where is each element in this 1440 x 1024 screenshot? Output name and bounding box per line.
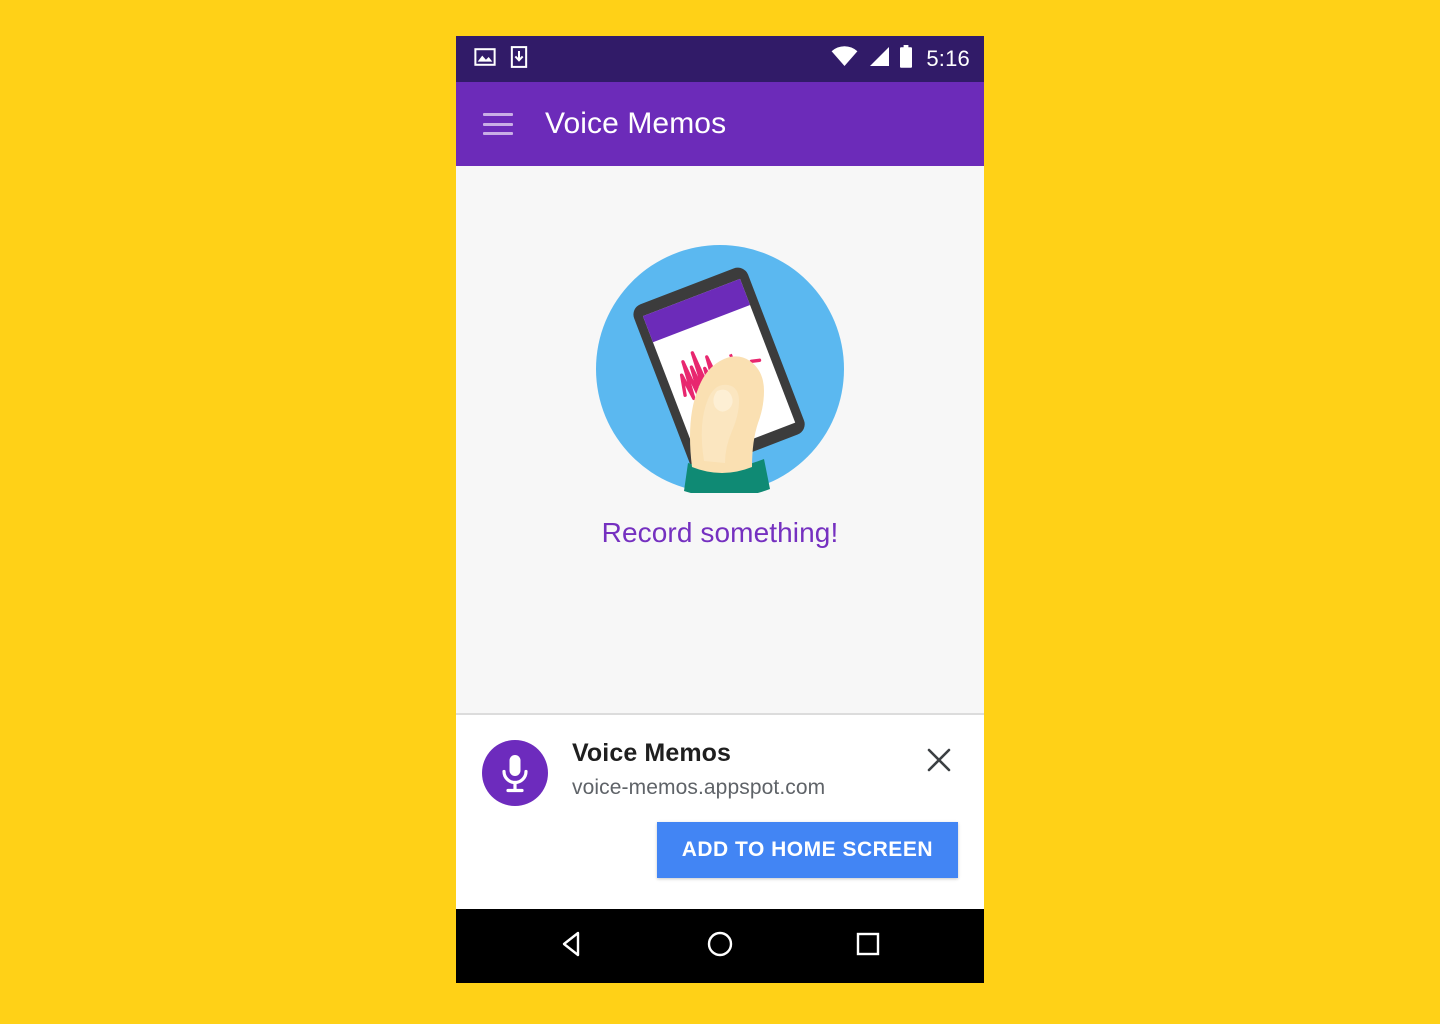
page-title: Voice Memos: [545, 107, 727, 140]
android-navigation-bar: [456, 909, 984, 983]
status-bar-clock: 5:16: [926, 46, 970, 71]
hamburger-menu-icon[interactable]: [483, 113, 513, 135]
wifi-icon: [831, 46, 858, 72]
image-icon: [474, 46, 496, 73]
empty-state-message: Record something!: [601, 516, 839, 548]
banner-header: Voice Memos voice-memos.appspot.com: [482, 737, 958, 806]
square-icon: [851, 927, 885, 966]
hamburger-line: [483, 122, 513, 126]
phone-screen: 5:16 Voice Memos Record something! Voice…: [456, 36, 984, 983]
status-bar-right-icons: 5:16: [831, 45, 970, 73]
home-button[interactable]: [693, 919, 747, 973]
close-icon[interactable]: [920, 741, 958, 779]
banner-actions: ADD TO HOME SCREEN: [482, 822, 958, 878]
hamburger-line: [483, 113, 513, 116]
hamburger-line: [483, 132, 513, 135]
banner-text-block: Voice Memos voice-memos.appspot.com: [572, 737, 920, 800]
status-bar-left-icons: [474, 45, 528, 73]
main-content-area: Record something!: [456, 166, 984, 713]
back-button[interactable]: [545, 919, 599, 973]
recents-button[interactable]: [841, 919, 895, 973]
banner-app-url: voice-memos.appspot.com: [572, 776, 826, 799]
banner-app-name: Voice Memos: [572, 739, 732, 767]
status-bar: 5:16: [456, 36, 984, 82]
app-bar: Voice Memos: [456, 82, 984, 166]
triangle-left-icon: [555, 927, 589, 966]
microphone-icon: [482, 740, 548, 806]
download-icon: [510, 45, 528, 73]
add-to-home-screen-button[interactable]: ADD TO HOME SCREEN: [656, 822, 958, 878]
cellular-signal-icon: [867, 46, 890, 72]
add-to-home-screen-banner: Voice Memos voice-memos.appspot.com ADD …: [456, 713, 984, 909]
battery-icon: [899, 45, 913, 73]
circle-icon: [703, 927, 737, 966]
hand-holding-phone-illustration: [596, 244, 844, 493]
